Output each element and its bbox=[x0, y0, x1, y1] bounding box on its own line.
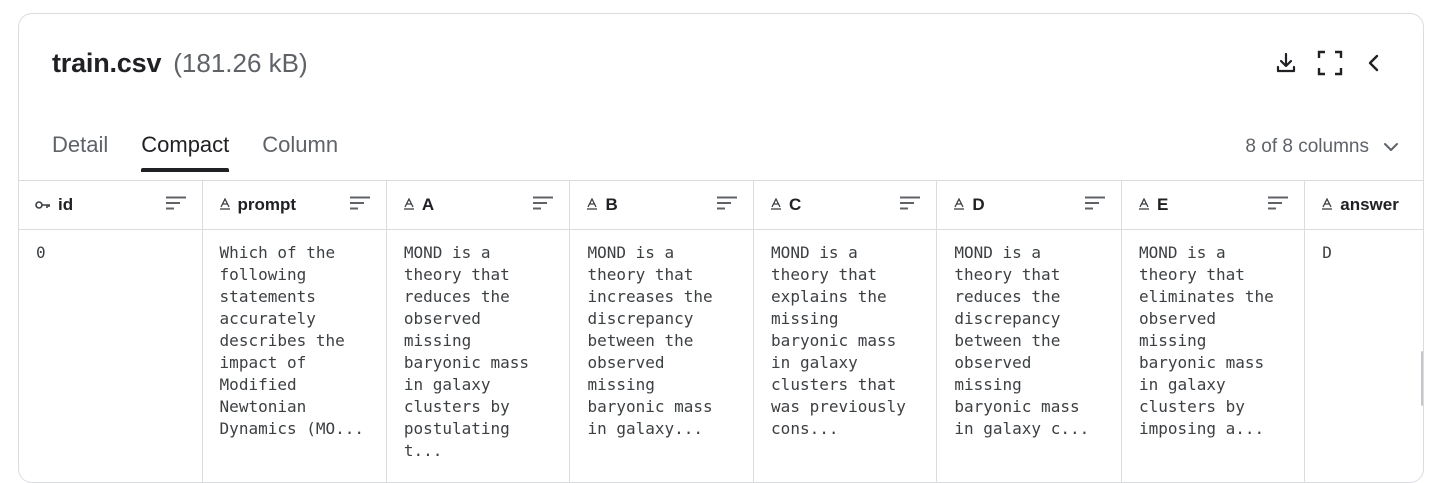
text-type-icon bbox=[1321, 198, 1333, 213]
data-table: id prompt A B C D Eanswer 0Which of the follow… bbox=[19, 181, 1424, 483]
column-name: D bbox=[972, 195, 984, 215]
column-name: answer bbox=[1340, 195, 1399, 215]
data-table-container: id prompt A B C D Eanswer 0Which of the follow… bbox=[19, 180, 1424, 483]
text-type-icon bbox=[219, 198, 231, 213]
download-icon[interactable] bbox=[1273, 50, 1299, 76]
file-header: train.csv (181.26 kB) bbox=[52, 48, 308, 79]
chevron-down-icon bbox=[1383, 141, 1399, 153]
fullscreen-icon[interactable] bbox=[1317, 50, 1343, 76]
tab-column[interactable]: Column bbox=[262, 132, 338, 172]
sort-icon[interactable] bbox=[1085, 195, 1105, 215]
tab-compact[interactable]: Compact bbox=[141, 132, 229, 172]
table-cell-b: MOND is a theory that increases the disc… bbox=[570, 230, 754, 483]
column-name: prompt bbox=[238, 195, 297, 215]
column-name: C bbox=[789, 195, 801, 215]
column-header-d[interactable]: D bbox=[937, 181, 1122, 230]
text-type-icon bbox=[586, 198, 598, 213]
dataset-preview-card: train.csv (181.26 kB) Detail Compact Col… bbox=[18, 13, 1424, 483]
file-actions bbox=[1273, 50, 1387, 76]
table-cell-c: MOND is a theory that explains the missi… bbox=[754, 230, 937, 483]
table-cell-d: MOND is a theory that reduces the discre… bbox=[937, 230, 1122, 483]
column-header-answer[interactable]: answer bbox=[1305, 181, 1424, 230]
table-header-row: id prompt A B C D Eanswer bbox=[19, 181, 1424, 230]
sort-icon[interactable] bbox=[717, 195, 737, 215]
sort-icon[interactable] bbox=[1268, 195, 1288, 215]
text-type-icon bbox=[953, 198, 965, 213]
table-cell-id: 0 bbox=[19, 230, 202, 483]
file-size: (181.26 kB) bbox=[173, 48, 307, 79]
vertical-scrollbar[interactable] bbox=[1421, 351, 1424, 406]
file-name: train.csv bbox=[52, 48, 161, 79]
sort-icon[interactable] bbox=[900, 195, 920, 215]
sort-icon[interactable] bbox=[350, 195, 370, 215]
column-selector-label: 8 of 8 columns bbox=[1245, 136, 1369, 158]
text-type-icon bbox=[403, 198, 415, 213]
column-name: B bbox=[605, 195, 617, 215]
view-tabs: Detail Compact Column bbox=[52, 132, 371, 172]
column-name: id bbox=[58, 195, 73, 215]
text-type-icon bbox=[770, 198, 782, 213]
column-name: E bbox=[1157, 195, 1168, 215]
key-icon bbox=[35, 198, 51, 213]
table-cell-prompt: Which of the following statements accura… bbox=[202, 230, 386, 483]
column-header-c[interactable]: C bbox=[754, 181, 937, 230]
column-header-id[interactable]: id bbox=[19, 181, 202, 230]
sort-icon[interactable] bbox=[533, 195, 553, 215]
table-cell-answer: D bbox=[1305, 230, 1424, 483]
column-selector[interactable]: 8 of 8 columns bbox=[1245, 136, 1399, 158]
chevron-left-icon[interactable] bbox=[1361, 50, 1387, 76]
table-cell-e: MOND is a theory that eliminates the obs… bbox=[1121, 230, 1304, 483]
column-header-e[interactable]: E bbox=[1121, 181, 1304, 230]
text-type-icon bbox=[1138, 198, 1150, 213]
column-name: A bbox=[422, 195, 434, 215]
tab-detail[interactable]: Detail bbox=[52, 132, 108, 172]
table-cell-a: MOND is a theory that reduces the observ… bbox=[386, 230, 570, 483]
column-header-a[interactable]: A bbox=[386, 181, 570, 230]
column-header-b[interactable]: B bbox=[570, 181, 754, 230]
column-header-prompt[interactable]: prompt bbox=[202, 181, 386, 230]
table-row: 0Which of the following statements accur… bbox=[19, 230, 1424, 483]
sort-icon[interactable] bbox=[166, 195, 186, 215]
